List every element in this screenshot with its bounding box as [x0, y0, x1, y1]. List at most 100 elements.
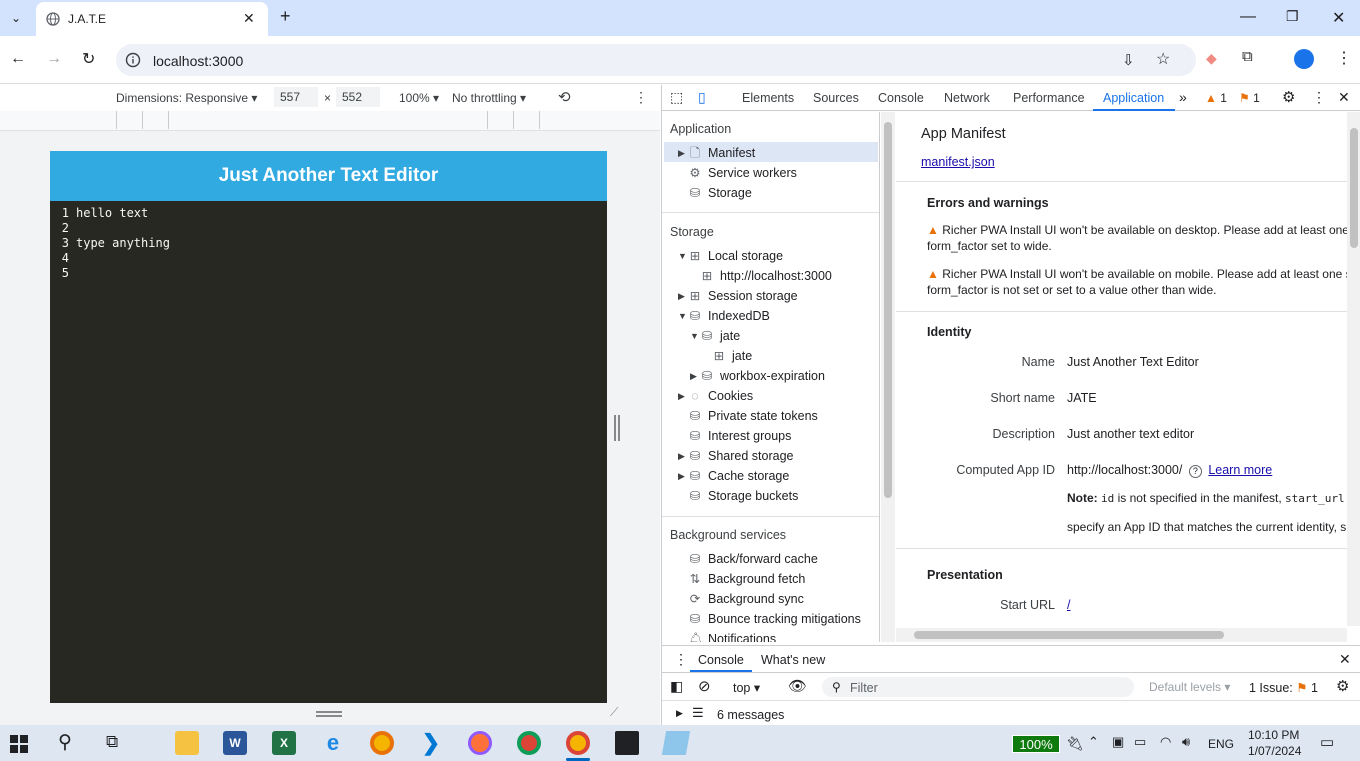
- notepad-icon[interactable]: [661, 731, 691, 755]
- devtools-close-icon[interactable]: ✕: [1338, 89, 1350, 106]
- tab-network[interactable]: Network: [944, 91, 990, 105]
- profile-avatar[interactable]: [1294, 49, 1314, 69]
- sidebar-item-storage[interactable]: ⛁ Storage: [688, 183, 752, 203]
- extensions-puzzle-icon[interactable]: ⧉: [1242, 48, 1253, 65]
- sidebar-item-localhost[interactable]: ⊞ http://localhost:3000: [700, 266, 832, 286]
- console-settings-icon[interactable]: ⚙: [1336, 677, 1349, 695]
- sidebar-scrollbar[interactable]: [881, 112, 895, 642]
- firefox-icon[interactable]: [468, 731, 492, 755]
- sidebar-item-notifications[interactable]: 🔔︎ Notifications: [688, 629, 776, 642]
- search-icon[interactable]: ⚲: [58, 731, 72, 754]
- windows-start-icon[interactable]: [10, 735, 28, 753]
- chrome-canary-icon[interactable]: [370, 731, 394, 755]
- start-url-value[interactable]: /: [1067, 598, 1070, 612]
- excel-icon[interactable]: X: [272, 731, 296, 755]
- editor-line[interactable]: 3 type anything: [50, 236, 607, 251]
- tab-elements[interactable]: Elements: [742, 91, 794, 105]
- drawer-menu-icon[interactable]: ⋮: [674, 651, 688, 668]
- resize-corner-icon[interactable]: ⟋: [610, 705, 618, 720]
- sidebar-item-background-sync[interactable]: ⟳ Background sync: [688, 589, 804, 609]
- tab-sources[interactable]: Sources: [813, 91, 859, 105]
- warning-counter[interactable]: ▲ 1: [1205, 91, 1227, 105]
- rotate-icon[interactable]: ⟲: [558, 88, 571, 106]
- device-toolbar-menu-icon[interactable]: ⋮: [634, 89, 648, 106]
- bookmark-star-icon[interactable]: ☆: [1156, 49, 1170, 69]
- install-app-icon[interactable]: ⇩: [1122, 51, 1135, 69]
- sidebar-item-jate-db[interactable]: ⛁ jate: [700, 326, 740, 346]
- wifi-icon[interactable]: ◠: [1160, 734, 1171, 750]
- height-input[interactable]: 552: [336, 87, 380, 107]
- sidebar-item-private-state-tokens[interactable]: ⛁ Private state tokens: [688, 406, 818, 426]
- editor-line[interactable]: 5: [50, 266, 607, 281]
- browser-menu-icon[interactable]: ⋮: [1336, 48, 1352, 68]
- log-levels-select[interactable]: Default levels ▾: [1149, 680, 1230, 694]
- new-tab-button[interactable]: +: [280, 6, 291, 27]
- sidebar-item-manifest[interactable]: 🗋 Manifest: [688, 143, 755, 163]
- sidebar-item-cookies[interactable]: ◌ Cookies: [688, 386, 753, 406]
- more-tabs-icon[interactable]: »: [1179, 89, 1187, 105]
- tab-search-button[interactable]: ⌄: [6, 8, 26, 28]
- minimize-icon[interactable]: —: [1240, 8, 1256, 26]
- code-editor[interactable]: 1 hello text 2 3 type anything 4 5: [50, 201, 607, 281]
- expand-arrow-icon[interactable]: ▶: [690, 366, 697, 386]
- device-toggle-icon[interactable]: ▯: [698, 89, 706, 106]
- volume-icon[interactable]: 🔊︎: [1182, 734, 1190, 750]
- reload-icon[interactable]: ↻: [82, 49, 95, 69]
- devtools-menu-icon[interactable]: ⋮: [1312, 89, 1326, 106]
- sidebar-item-local-storage[interactable]: ⊞ Local storage: [688, 246, 783, 266]
- console-sidebar-icon[interactable]: ◧: [670, 678, 683, 695]
- main-vertical-scrollbar[interactable]: [1347, 112, 1360, 626]
- power-plug-icon[interactable]: 🔌︎: [1066, 735, 1084, 752]
- tab-performance[interactable]: Performance: [1013, 91, 1085, 105]
- manifest-link[interactable]: manifest.json: [921, 155, 995, 169]
- resize-handle-bottom[interactable]: [316, 711, 342, 717]
- chrome-active-icon[interactable]: [566, 731, 590, 755]
- restore-icon[interactable]: ❐: [1286, 8, 1299, 25]
- notification-center-icon[interactable]: ▭: [1320, 733, 1334, 751]
- sidebar-item-session-storage[interactable]: ⊞ Session storage: [688, 286, 798, 306]
- tab-console[interactable]: Console: [878, 91, 924, 105]
- forward-icon[interactable]: →: [46, 50, 62, 68]
- sidebar-item-indexeddb[interactable]: ⛁ IndexedDB: [688, 306, 770, 326]
- expand-arrow-icon[interactable]: ▶: [678, 286, 685, 306]
- main-horizontal-scrollbar[interactable]: [896, 628, 1347, 642]
- word-icon[interactable]: W: [223, 731, 247, 755]
- sidebar-item-interest-groups[interactable]: ⛁ Interest groups: [688, 426, 792, 446]
- drawer-tab-whats-new[interactable]: What's new: [761, 653, 825, 667]
- live-expression-eye-icon[interactable]: 👁︎: [788, 677, 807, 695]
- throttling-select[interactable]: No throttling ▾: [452, 91, 526, 105]
- resize-handle-right[interactable]: [614, 415, 620, 441]
- expand-arrow-icon[interactable]: ▼: [678, 306, 687, 326]
- sidebar-item-storage-buckets[interactable]: ⛁ Storage buckets: [688, 486, 799, 506]
- sidebar-item-back-forward-cache[interactable]: ⛁ Back/forward cache: [688, 549, 818, 569]
- language-indicator[interactable]: ENG: [1208, 737, 1234, 751]
- file-explorer-icon[interactable]: [175, 731, 199, 755]
- url-text[interactable]: localhost:3000: [153, 53, 243, 69]
- zoom-select[interactable]: 100% ▾: [399, 91, 439, 105]
- expand-arrow-icon[interactable]: ▶: [676, 708, 683, 719]
- help-icon[interactable]: ?: [1188, 465, 1202, 478]
- settings-gear-icon[interactable]: ⚙: [1282, 88, 1295, 106]
- tab-close-icon[interactable]: ✕: [243, 10, 255, 27]
- issues-button[interactable]: 1 Issue: ⚑ 1: [1249, 680, 1318, 695]
- sidebar-item-workbox-expiration[interactable]: ⛁ workbox-expiration: [700, 366, 825, 386]
- task-view-icon[interactable]: ⧉: [106, 732, 118, 752]
- tab-application[interactable]: Application: [1103, 91, 1164, 105]
- expand-arrow-icon[interactable]: ▶: [678, 386, 685, 406]
- sidebar-item-service-workers[interactable]: ⚙ Service workers: [688, 163, 797, 183]
- expand-arrow-icon[interactable]: ▶: [678, 143, 685, 163]
- expand-arrow-icon[interactable]: ▼: [678, 246, 687, 266]
- sidebar-item-bounce-tracking[interactable]: ⛁ Bounce tracking mitigations: [688, 609, 861, 629]
- sidebar-item-background-fetch[interactable]: ⇅ Background fetch: [688, 569, 806, 589]
- editor-line[interactable]: 4: [50, 251, 607, 266]
- expand-arrow-icon[interactable]: ▼: [690, 326, 699, 346]
- width-input[interactable]: 557: [274, 87, 318, 107]
- expand-arrow-icon[interactable]: ▶: [678, 446, 685, 466]
- extension-icon[interactable]: ◆: [1206, 50, 1217, 67]
- window-close-icon[interactable]: ✕: [1332, 8, 1345, 28]
- back-icon[interactable]: ←: [10, 50, 26, 68]
- console-filter-input[interactable]: ⚲ Filter: [822, 677, 1134, 697]
- clock-date[interactable]: 1/07/2024: [1248, 744, 1301, 758]
- editor-line[interactable]: 2: [50, 221, 607, 236]
- show-hidden-icons-icon[interactable]: ⌃: [1088, 734, 1099, 750]
